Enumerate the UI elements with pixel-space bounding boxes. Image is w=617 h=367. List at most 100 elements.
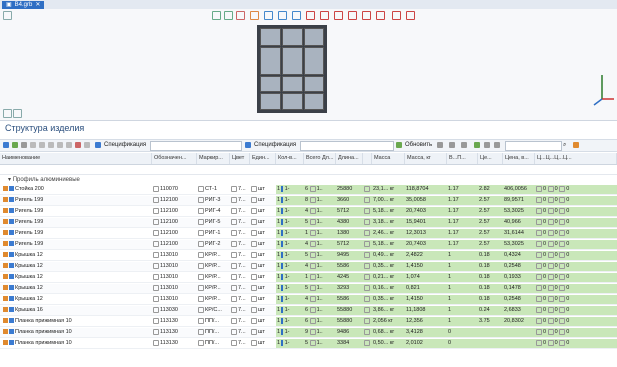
wireframe-icon[interactable] <box>376 11 385 20</box>
row-factor: 1.17 <box>447 196 478 205</box>
edit-icon[interactable] <box>21 142 27 148</box>
viewport-menu-icon[interactable] <box>3 11 12 20</box>
viewport-split-icon[interactable] <box>13 109 22 118</box>
row-total-length: 1380 <box>336 229 363 238</box>
sort-icon[interactable] <box>66 142 72 148</box>
table-row[interactable]: Стойка 200 110070 СТ-1 7... шт 1 1- 6 1.. 25880… <box>0 185 617 195</box>
tree-icon[interactable] <box>12 142 18 148</box>
table-row[interactable]: Крышка 16 113030 КР/С... 7... шт 1 1- 6 1.. 558… <box>0 306 617 316</box>
row-name: Крышка 12 <box>2 284 152 293</box>
folder-icon[interactable] <box>573 142 579 148</box>
view-top-icon[interactable] <box>224 11 233 20</box>
row-name: Планка прижимная 10 <box>2 339 152 348</box>
column-header[interactable]: Цвет <box>230 153 250 164</box>
table-row[interactable]: Ригель 199 112100 РИГ-4 7... шт 1 1- 4 1.. 5712… <box>0 207 617 217</box>
table-row[interactable]: Планка прижимная 10 113130 ПП/... 7... шт 1 1… <box>0 339 617 349</box>
table-row[interactable]: Ригель 199 112100 РИГ-1 7... шт 1 1- 1 1.. 1380… <box>0 229 617 239</box>
row-factor: 1 <box>447 306 478 315</box>
search-input[interactable] <box>505 141 562 151</box>
column-header[interactable]: Цена, в... <box>503 153 535 164</box>
row-mark: СТ-1 <box>197 185 230 194</box>
layers-icon[interactable] <box>334 11 343 20</box>
move-up-icon[interactable] <box>39 142 45 148</box>
zoom-icon[interactable] <box>250 11 259 20</box>
column-header[interactable]: Це... <box>478 153 503 164</box>
row-extra: 0 0 0 <box>535 185 617 194</box>
table-icon[interactable] <box>437 142 443 148</box>
settings-icon[interactable] <box>461 142 467 148</box>
columns-icon[interactable] <box>449 142 455 148</box>
row-color: 7... <box>230 339 250 348</box>
column-header[interactable]: Маркир... <box>197 153 230 164</box>
row-qty: 1 1- <box>276 328 304 337</box>
fit-icon[interactable] <box>292 11 301 20</box>
row-factor: 1.17 <box>447 229 478 238</box>
measure-icon[interactable] <box>320 11 329 20</box>
row-factor: 1.17 <box>447 240 478 249</box>
table-row[interactable]: Ригель 199 112100 РИГ-2 7... шт 1 1- 4 1.. 5712… <box>0 240 617 250</box>
shading-icon[interactable] <box>362 11 371 20</box>
search-icon[interactable]: ⌕ <box>563 141 566 150</box>
table-row[interactable]: Ригель 199 112100 РИГ-5 7... шт 1 1- 5 1.. 4380… <box>0 218 617 228</box>
row-total-length: 5712 <box>336 207 363 216</box>
table-row[interactable]: Крышка 12 113010 КР/Р... 7... шт 1 1- 5 1.. 949… <box>0 251 617 261</box>
view-side-icon[interactable] <box>236 11 245 20</box>
row-sum: 40,966 <box>503 218 535 227</box>
camera-icon[interactable] <box>392 11 401 20</box>
column-header[interactable]: В...П... <box>447 153 478 164</box>
column-header[interactable]: Един... <box>250 153 276 164</box>
table-row[interactable]: Крышка 12 113010 КР/Р... 7... шт 1 1- 5 1.. 329… <box>0 284 617 294</box>
column-header[interactable]: Обозначен... <box>152 153 197 164</box>
row-price: 2.82 <box>478 185 503 194</box>
section-icon[interactable] <box>306 11 315 20</box>
refresh-button[interactable]: Обновить <box>405 141 432 150</box>
table-row[interactable]: Планка прижимная 10 113130 ПП/... 7... шт 1 1… <box>0 328 617 338</box>
column-header[interactable]: Кол-в... <box>276 153 304 164</box>
excel-icon[interactable] <box>474 142 480 148</box>
filter-icon[interactable] <box>57 142 63 148</box>
pan-icon[interactable] <box>278 11 287 20</box>
row-color: 7... <box>230 196 250 205</box>
row-sum: 406,0056 <box>503 185 535 194</box>
spec-label-right[interactable]: Спецификация <box>254 141 296 150</box>
table-row[interactable]: Крышка 12 113010 КР/Р... 7... шт 1 1- 4 1.. 558… <box>0 262 617 272</box>
delete-icon[interactable] <box>75 142 81 148</box>
add-icon[interactable] <box>3 142 9 148</box>
move-down-icon[interactable] <box>48 142 54 148</box>
export-icon[interactable] <box>406 11 415 20</box>
column-header[interactable]: Наименование <box>0 153 152 164</box>
row-qty: 1 1- <box>276 317 304 326</box>
rotate-icon[interactable] <box>264 11 273 20</box>
row-price <box>478 328 503 337</box>
viewport-layout-icon[interactable] <box>3 109 12 118</box>
copy-icon[interactable] <box>30 142 36 148</box>
group-icon[interactable] <box>84 142 90 148</box>
row-unit: шт <box>250 251 276 260</box>
column-header[interactable]: Масса, кг <box>405 153 447 164</box>
spec-label-left[interactable]: Спецификация <box>104 141 146 150</box>
options-icon[interactable] <box>494 142 500 148</box>
group-label[interactable]: ▾ Профиль алюминиевые <box>8 176 80 183</box>
document-tab[interactable]: ▣ B4.grb ✕ <box>2 1 45 9</box>
table-row[interactable]: Ригель 199 112100 РИГ-3 7... шт 1 1- 8 1.. 3660… <box>0 196 617 206</box>
column-header[interactable] <box>363 153 372 164</box>
table-row[interactable]: Крышка 12 113010 КР/Р... 7... шт 1 1- 4 1.. 558… <box>0 295 617 305</box>
column-header[interactable]: Длина... <box>336 153 363 164</box>
column-header[interactable]: Всего Дл... <box>304 153 336 164</box>
column-header[interactable]: Ц...Ц...Ц...Ц... <box>535 153 617 164</box>
refresh-icon[interactable] <box>396 142 402 148</box>
row-code: 112100 <box>152 229 197 238</box>
spec-dropdown-left[interactable] <box>150 141 242 151</box>
spec-dropdown-right[interactable] <box>300 141 394 151</box>
row-mark: ПП/... <box>197 328 230 337</box>
view-front-icon[interactable] <box>212 11 221 20</box>
row-code: 113010 <box>152 284 197 293</box>
column-header[interactable]: Масса <box>372 153 405 164</box>
print-icon[interactable] <box>484 142 490 148</box>
table-row[interactable]: Крышка 12 113010 КР/Р... 7... шт 1 1- 1 1.. 424… <box>0 273 617 283</box>
render-icon[interactable] <box>348 11 357 20</box>
table-row[interactable]: Планка прижимная 10 113130 ПП/... 7... шт 1 1… <box>0 317 617 327</box>
filter-row[interactable] <box>0 165 617 175</box>
close-icon[interactable]: ✕ <box>35 1 40 9</box>
row-code: 113130 <box>152 328 197 337</box>
